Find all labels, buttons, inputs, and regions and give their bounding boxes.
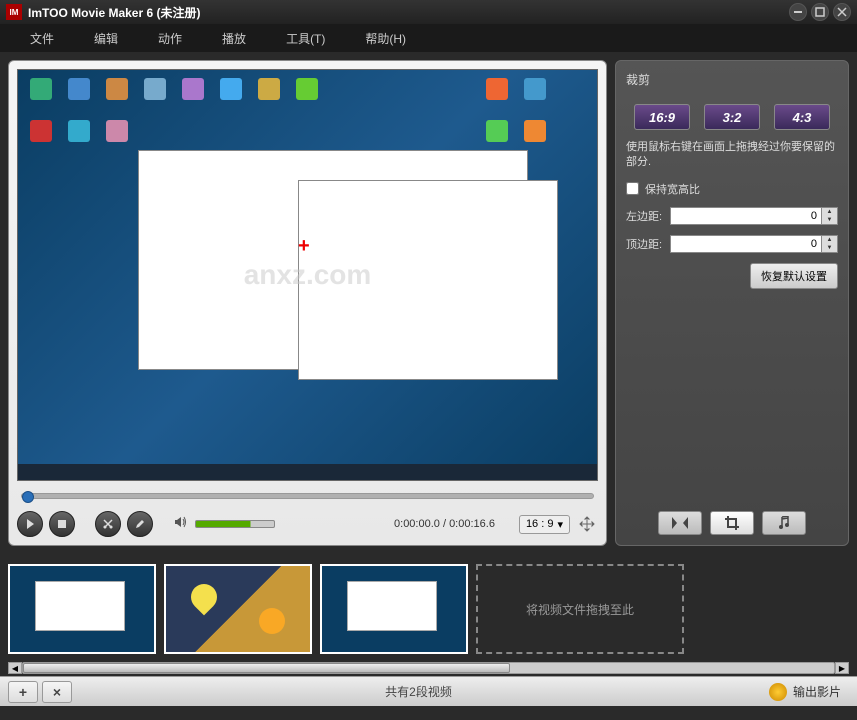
edit-button[interactable] [127,511,153,537]
window-title: ImTOO Movie Maker 6 (未注册) [28,4,789,21]
menu-tools[interactable]: 工具(T) [286,30,325,47]
clip-thumbnail-1[interactable] [8,564,156,654]
crop-instructions: 使用鼠标右键在画面上拖拽经过你要保留的部分. [626,140,838,171]
play-button[interactable] [17,511,43,537]
time-display: 0:00:00.0 / 0:00:16.6 [394,518,495,530]
bottom-toolbar: + × 共有2段视频 输出影片 [0,676,857,706]
chevron-down-icon: ▾ [557,518,563,531]
move-icon[interactable] [576,513,598,535]
title-bar: IM ImTOO Movie Maker 6 (未注册) [0,0,857,24]
timeline-scrollbar[interactable]: ◀ ▶ [0,660,857,676]
menu-play[interactable]: 播放 [222,30,246,47]
crop-panel: 裁剪 16:9 3:2 4:3 使用鼠标右键在画面上拖拽经过你要保留的部分. 保… [615,60,849,546]
left-margin-down[interactable]: ▼ [822,216,837,224]
top-margin-up[interactable]: ▲ [822,236,837,244]
export-button[interactable]: 输出影片 [761,680,849,704]
clip-thumbnail-3[interactable] [320,564,468,654]
ratio-3-2-button[interactable]: 3:2 [704,104,760,130]
remove-clip-button[interactable]: × [42,681,72,703]
keep-aspect-input[interactable] [626,182,639,195]
audio-tab[interactable] [762,511,806,535]
menu-action[interactable]: 动作 [158,30,182,47]
top-margin-label: 顶边距: [626,236,670,252]
left-margin-input[interactable] [670,207,822,225]
top-margin-input[interactable] [670,235,822,253]
add-clip-button[interactable]: + [8,681,38,703]
crop-panel-title: 裁剪 [626,71,838,88]
crop-tab[interactable] [710,511,754,535]
cut-button[interactable] [95,511,121,537]
volume-icon[interactable] [173,514,189,535]
menu-bar: 文件 编辑 动作 播放 工具(T) 帮助(H) [0,24,857,52]
maximize-button[interactable] [811,3,829,21]
app-logo-icon: IM [6,4,22,20]
status-text: 共有2段视频 [76,683,761,700]
seek-bar[interactable] [17,489,598,503]
scroll-handle[interactable] [23,663,510,673]
scroll-right-button[interactable]: ▶ [835,662,849,674]
trim-tab[interactable] [658,511,702,535]
menu-help[interactable]: 帮助(H) [365,30,406,47]
aspect-ratio-selector[interactable]: 16 : 9▾ [519,515,570,534]
volume-slider[interactable] [195,520,275,528]
scroll-left-button[interactable]: ◀ [8,662,22,674]
video-panel: + anxz.com 0:00:00.0 / 0:00:16.6 16 : 9▾ [8,60,607,546]
stop-button[interactable] [49,511,75,537]
ratio-16-9-button[interactable]: 16:9 [634,104,690,130]
timeline-dropzone[interactable]: 将视频文件拖拽至此 [476,564,684,654]
left-margin-up[interactable]: ▲ [822,208,837,216]
export-icon [769,683,787,701]
top-margin-down[interactable]: ▼ [822,244,837,252]
menu-file[interactable]: 文件 [30,30,54,47]
left-margin-label: 左边距: [626,208,670,224]
keep-aspect-checkbox[interactable]: 保持宽高比 [626,181,838,197]
timeline: 将视频文件拖拽至此 [0,554,857,660]
seek-handle[interactable] [22,491,34,503]
clip-thumbnail-2[interactable] [164,564,312,654]
close-button[interactable] [833,3,851,21]
video-preview[interactable]: + anxz.com [17,69,598,481]
menu-edit[interactable]: 编辑 [94,30,118,47]
restore-defaults-button[interactable]: 恢复默认设置 [750,263,838,289]
minimize-button[interactable] [789,3,807,21]
ratio-4-3-button[interactable]: 4:3 [774,104,830,130]
